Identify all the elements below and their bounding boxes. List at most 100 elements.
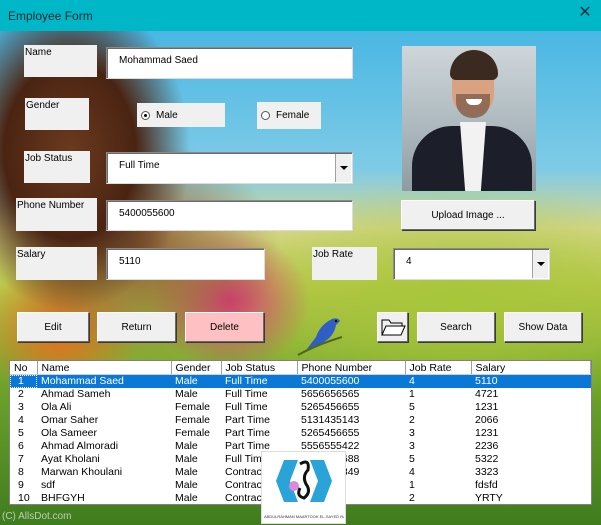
cell-job-rate: 3 [409,440,415,452]
column-header-no[interactable]: No [10,361,38,375]
cell-gender: Female [175,414,211,426]
cell-job-status: Full Time [225,401,268,413]
cell-salary: 5322 [475,453,499,465]
cell-no: 4 [18,414,24,426]
cell-job-status: Full Time [221,374,297,388]
gender-label: Gender [25,98,89,130]
cell-salary: 5110 [471,374,591,388]
cell-job-rate: 5 [409,401,415,413]
cell-gender: Male [175,440,198,452]
job-status-select[interactable]: Full Time [106,152,353,184]
watermark-caption: ABDULRAHMAN MAARTOOK EL-SAYED RAYHA [264,514,344,519]
cell-gender: Male [175,453,198,465]
cell-no: 5 [18,427,24,439]
cell-job-rate: 4 [409,466,415,478]
cell-job-status: Full Time [225,388,268,400]
job-status-label: Job Status [24,151,90,183]
table-row[interactable]: 5 Ola Sameer Female Part Time 5265456655 3 123… [10,427,591,440]
cell-name: Marwan Khoulani [41,466,123,478]
name-input[interactable]: Mohammad Saed [106,47,353,79]
phone-label: Phone Number [16,198,97,231]
cell-job-rate: 3 [409,427,415,439]
cell-salary: 2066 [475,414,499,426]
cell-gender: Female [175,427,211,439]
cell-gender: Male [175,388,198,400]
cell-salary: 2236 [475,440,499,452]
column-header-gender[interactable]: Gender [171,361,222,375]
delete-button[interactable]: Delete [185,312,264,342]
chevron-down-icon[interactable] [335,154,351,182]
table-header-row: No Name Gender Job Status Phone Number J… [10,361,591,375]
table-row[interactable]: 1 Mohammad Saed Male Full Time 5400055600 4 51… [10,374,591,388]
cell-name: Mohammad Saed [37,374,171,388]
cell-name: Ola Ali [41,401,72,413]
open-folder-button[interactable] [377,312,408,342]
job-rate-label: Job Rate [312,247,377,280]
column-header-job-rate[interactable]: Job Rate [405,361,472,375]
cell-gender: Male [175,492,198,504]
cell-no: 8 [18,466,24,478]
window-title: Employee Form [8,9,93,23]
cell-phone: 5400055600 [297,374,405,388]
cell-gender: Female [175,401,211,413]
cell-job-status: Part Time [225,427,270,439]
cell-no: 10 [18,492,30,504]
cell-salary: 4721 [475,388,499,400]
gender-male-label: Male [156,109,178,121]
form-client-area: Name Mohammad Saed Gender Male Female Jo… [0,31,601,525]
cell-no: 1 [10,374,37,388]
gender-radio-male[interactable]: Male [137,103,225,127]
cell-no: 6 [18,440,24,452]
job-status-value: Full Time [119,160,160,171]
column-header-phone[interactable]: Phone Number [297,361,406,375]
column-header-salary[interactable]: Salary [471,361,591,375]
table-row[interactable]: 3 Ola Ali Female Full Time 5265456655 5 1231 [10,401,591,414]
edit-button[interactable]: Edit [17,312,89,342]
folder-icon [380,319,406,336]
cell-name: BHFGYH [41,492,85,504]
cell-salary: YRTY [475,492,503,504]
cell-job-rate: 1 [409,388,415,400]
salary-input[interactable]: 5110 [106,248,265,280]
cell-salary: 1231 [475,401,499,413]
cell-salary: 1231 [475,427,499,439]
title-bar: Employee Form ✕ [0,0,601,31]
job-rate-select[interactable]: 4 [393,248,550,280]
name-label: Name [24,45,97,77]
close-icon[interactable]: ✕ [577,5,593,21]
cell-job-rate: 1 [409,479,415,491]
cell-no: 3 [18,401,24,413]
cell-job-status: Part Time [225,414,270,426]
cell-job-rate: 5 [409,453,415,465]
cell-phone: 5131435143 [301,414,360,426]
credit-text: (C) AllsDot.com [2,511,72,522]
column-header-job-status[interactable]: Job Status [221,361,298,375]
chevron-down-icon[interactable] [532,250,548,278]
cell-phone: 5656656565 [301,388,360,400]
return-button[interactable]: Return [97,312,176,342]
upload-image-button[interactable]: Upload Image ... [401,200,535,230]
column-header-name[interactable]: Name [37,361,172,375]
radio-unselected-icon [261,111,270,120]
cell-no: 7 [18,453,24,465]
gender-female-label: Female [276,110,310,121]
gender-radio-female[interactable]: Female [257,102,321,129]
cell-job-rate: 2 [409,492,415,504]
table-row[interactable]: 4 Omar Saher Female Part Time 5131435143 2 206… [10,414,591,427]
cell-job-rate: 2 [409,414,415,426]
cell-phone: 5265456655 [301,401,360,413]
cell-no: 9 [18,479,24,491]
cell-job-rate: 4 [405,374,471,388]
job-rate-value: 4 [406,256,412,267]
cell-no: 2 [18,388,24,400]
cell-name: sdf [41,479,56,491]
search-button[interactable]: Search [417,312,495,342]
cell-gender: Male [171,374,221,388]
phone-input[interactable]: 5400055600 [106,200,353,231]
table-row[interactable]: 2 Ahmad Sameh Male Full Time 5656656565 1 4721 [10,388,591,401]
cell-gender: Male [175,466,198,478]
show-data-button[interactable]: Show Data [504,312,582,342]
calligraphy-logo-icon [276,460,332,502]
cell-salary: 3323 [475,466,499,478]
radio-selected-icon [141,110,150,120]
